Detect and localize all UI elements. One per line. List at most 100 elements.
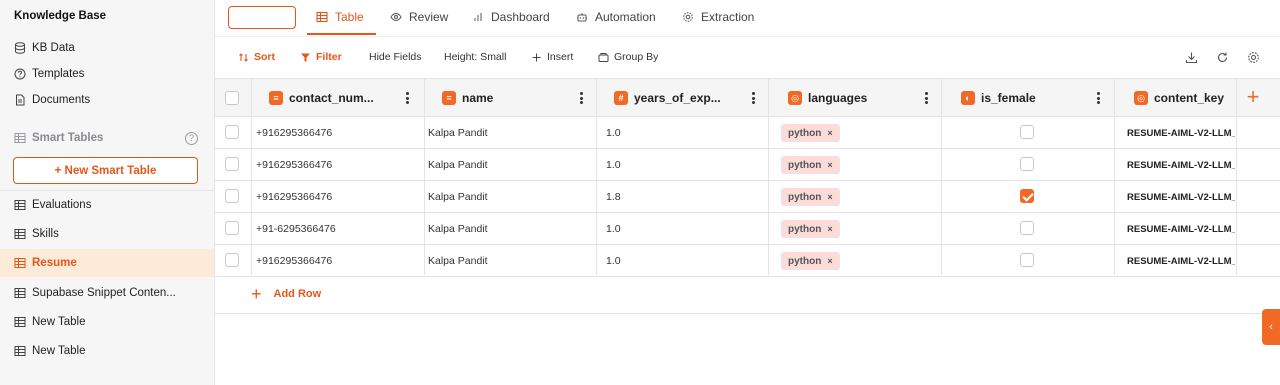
add-row-button[interactable]: + Add Row [251,285,321,303]
is-female-checkbox[interactable] [1020,253,1034,267]
filter-icon [301,53,310,62]
sidebar-item-label: Evaluations [32,199,92,211]
table-row[interactable]: +916295366476 Kalpa Pandit 1.0 python × … [215,117,1280,149]
chip-remove-icon[interactable]: × [827,160,832,170]
is-female-checkbox[interactable] [1020,189,1034,203]
sidebar-item-label: New Table [32,316,86,328]
contact-cell[interactable]: +916295366476 [256,245,332,277]
download-button[interactable] [1183,49,1199,65]
content-key-cell[interactable]: RESUME-AIML-V2-LLM_ [1127,213,1235,245]
chip-remove-icon[interactable]: × [827,256,832,266]
sidebar-item-documents[interactable]: Documents [0,86,214,114]
contact-cell[interactable]: +91-6295366476 [256,213,336,245]
row-checkbox[interactable] [225,157,239,171]
column-header-name[interactable]: ≡ name [442,79,493,117]
table-icon [316,11,328,23]
column-header-contact-number[interactable]: ≡ contact_num... [269,79,374,117]
settings-button[interactable] [1245,49,1261,65]
contact-cell[interactable]: +916295366476 [256,149,332,181]
tab-automation[interactable]: Automation [576,6,656,28]
table-icon [14,229,26,239]
content-key-cell[interactable]: RESUME-AIML-V2-LLM_ [1127,117,1235,149]
chip-remove-icon[interactable]: × [827,224,832,234]
sidebar-item-evaluations[interactable]: Evaluations [0,191,214,219]
tab-extraction[interactable]: Extraction [682,6,754,28]
tab-dashboard[interactable]: Dashboard [472,6,550,28]
help-icon[interactable]: ? [185,131,198,145]
sidebar-item-resume[interactable]: Resume [0,249,214,277]
contact-cell[interactable]: +916295366476 [256,181,332,213]
name-cell[interactable]: Kalpa Pandit [428,117,488,149]
row-height-button[interactable]: Height: Small [444,49,506,65]
name-cell[interactable]: Kalpa Pandit [428,213,488,245]
name-cell[interactable]: Kalpa Pandit [428,245,488,277]
table-row[interactable]: +916295366476 Kalpa Pandit 1.0 python × … [215,245,1280,277]
is-female-checkbox[interactable] [1020,125,1034,139]
table-row[interactable]: +916295366476 Kalpa Pandit 1.8 python × … [215,181,1280,213]
column-header-years-of-experience[interactable]: # years_of_exp... [614,79,721,117]
hide-fields-button[interactable]: Hide Fields [369,49,422,65]
content-key-cell[interactable]: RESUME-AIML-V2-LLM_ [1127,245,1235,277]
column-menu-icon[interactable] [405,92,409,104]
collapse-panel-tab[interactable]: ‹ [1262,309,1280,345]
contact-cell[interactable]: +916295366476 [256,117,332,149]
table-name-input[interactable] [228,6,296,29]
table-row[interactable]: +91-6295366476 Kalpa Pandit 1.0 python ×… [215,213,1280,245]
sidebar-item-kb-data[interactable]: KB Data [0,34,214,62]
group-by-button[interactable]: Group By [598,49,658,65]
column-menu-icon[interactable] [924,92,928,104]
is-female-checkbox[interactable] [1020,221,1034,235]
row-checkbox[interactable] [225,253,239,267]
chip-remove-icon[interactable]: × [827,128,832,138]
filter-button[interactable]: Filter [300,49,342,65]
tab-label: Review [409,10,449,24]
name-cell[interactable]: Kalpa Pandit [428,149,488,181]
column-menu-icon[interactable] [1096,92,1100,104]
tag-field-icon: ◎ [788,91,802,105]
chip-label: python [788,127,822,139]
tab-review[interactable]: Review [390,6,448,28]
row-checkbox[interactable] [225,189,239,203]
row-checkbox[interactable] [225,125,239,139]
language-chip[interactable]: python × [781,220,840,238]
column-menu-icon[interactable] [579,92,583,104]
sidebar-item-skills[interactable]: Skills [0,220,214,248]
group-icon [598,52,609,62]
add-column-button[interactable]: + [1243,86,1263,108]
new-smart-table-button[interactable]: + New Smart Table [13,157,198,184]
sidebar-item-new-table-2[interactable]: New Table [0,337,214,365]
select-all-checkbox[interactable] [225,91,239,105]
chip-remove-icon[interactable]: × [827,192,832,202]
language-chip[interactable]: python × [781,156,840,174]
years-cell[interactable]: 1.0 [606,117,621,149]
content-key-cell[interactable]: RESUME-AIML-V2-LLM_ [1127,149,1235,181]
sort-button[interactable]: Sort [238,49,275,65]
row-checkbox[interactable] [225,221,239,235]
language-chip[interactable]: python × [781,124,840,142]
column-label: contact_num... [289,91,374,105]
language-chip[interactable]: python × [781,252,840,270]
is-female-checkbox[interactable] [1020,157,1034,171]
chip-label: python [788,223,822,235]
column-menu-icon[interactable] [751,92,755,104]
years-cell[interactable]: 1.8 [606,181,621,213]
name-cell[interactable]: Kalpa Pandit [428,181,488,213]
insert-button[interactable]: Insert [531,49,573,65]
years-cell[interactable]: 1.0 [606,245,621,277]
sidebar-item-supabase-snippet[interactable]: Supabase Snippet Conten... [0,279,214,307]
tab-table[interactable]: Table [316,6,364,28]
table-icon [14,346,26,356]
sidebar-item-new-table[interactable]: New Table [0,308,214,336]
years-cell[interactable]: 1.0 [606,213,621,245]
column-header-is-female[interactable]: ◐ is_female [961,79,1036,117]
table-row[interactable]: +916295366476 Kalpa Pandit 1.0 python × … [215,149,1280,181]
column-header-languages[interactable]: ◎ languages [788,79,867,117]
content-key-cell[interactable]: RESUME-AIML-V2-LLM_ [1127,181,1235,213]
refresh-button[interactable] [1214,49,1230,65]
language-chip[interactable]: python × [781,188,840,206]
sidebar-item-templates[interactable]: Templates [0,60,214,88]
tabs-divider [215,36,1280,37]
years-cell[interactable]: 1.0 [606,149,621,181]
column-header-content-key[interactable]: ◎ content_key [1134,79,1224,117]
bar-chart-icon [474,13,482,21]
